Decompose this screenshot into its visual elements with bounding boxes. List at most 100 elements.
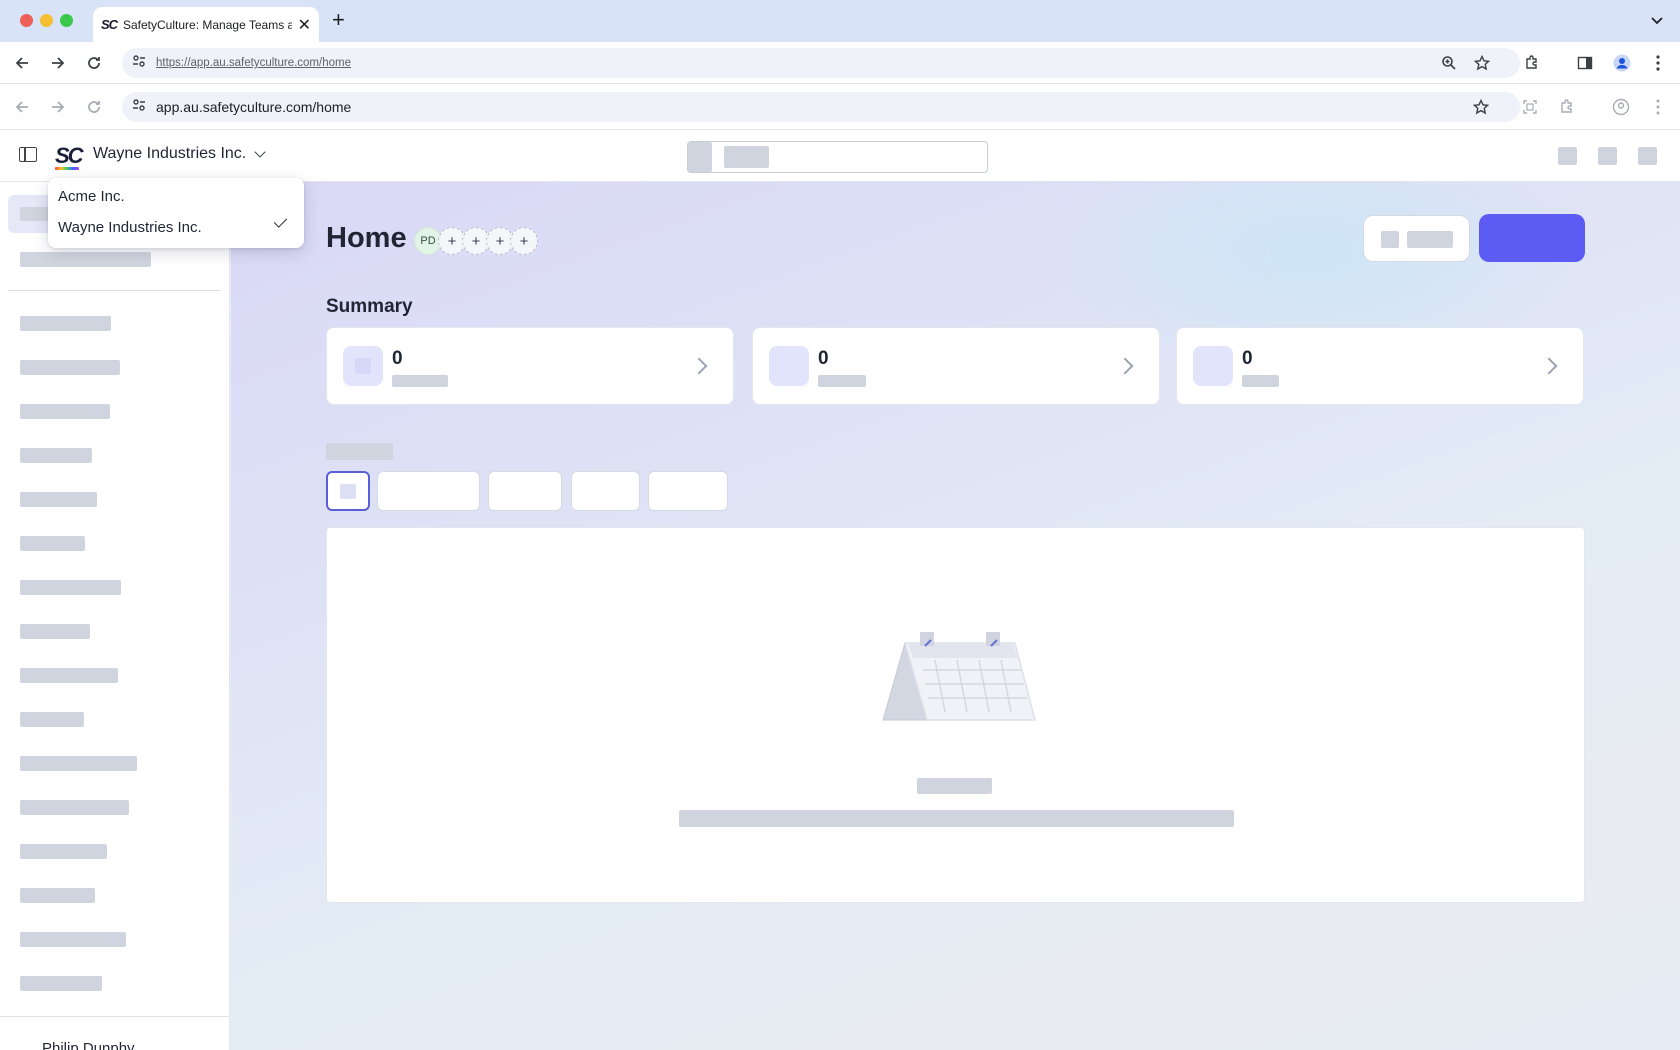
card-icon: [1193, 346, 1233, 386]
filter-chip[interactable]: [571, 471, 640, 511]
sidebar-item-placeholder[interactable]: [20, 888, 95, 903]
sidebar-item-placeholder[interactable]: [20, 844, 107, 859]
tab-title: SafetyCulture: Manage Teams and...: [123, 17, 292, 32]
sidebar-item-placeholder[interactable]: [20, 360, 120, 375]
chevron-down-icon: [254, 146, 266, 158]
button-icon-placeholder: [1381, 231, 1399, 248]
empty-state-panel: [326, 527, 1585, 903]
browser-tab-bar: SC SafetyCulture: Manage Teams and... ✕ …: [0, 0, 1680, 42]
sidebar-item-placeholder[interactable]: [20, 252, 151, 267]
bookmark-star-icon[interactable]: [1471, 52, 1493, 74]
card-icon: [769, 346, 809, 386]
button-label-placeholder: [1407, 231, 1453, 248]
profile-icon-placeholder[interactable]: [1638, 147, 1657, 165]
address-bar-secondary[interactable]: app.au.safetyculture.com/home: [122, 92, 1520, 122]
card-value: 0: [1242, 348, 1253, 369]
sidebar-item-placeholder[interactable]: [20, 668, 118, 683]
sidebar-item-placeholder[interactable]: [20, 492, 97, 507]
browser-toolbar: https://app.au.safetyculture.com/home: [0, 42, 1680, 84]
add-member-button[interactable]: +: [510, 227, 538, 255]
card-label-placeholder: [392, 375, 448, 387]
empty-state-description-placeholder: [679, 810, 1234, 827]
tab-search-chevron-icon[interactable]: [1644, 8, 1670, 34]
filter-chip[interactable]: [648, 471, 728, 511]
summary-heading: Summary: [326, 296, 413, 317]
tab-close-icon[interactable]: ✕: [298, 15, 311, 35]
search-icon-placeholder: [688, 142, 712, 172]
reload-icon[interactable]: [83, 52, 105, 74]
card-icon: [343, 346, 383, 386]
new-tab-button[interactable]: +: [332, 9, 345, 31]
close-window-button[interactable]: [20, 14, 33, 27]
sidebar-item-placeholder[interactable]: [20, 976, 102, 991]
org-switcher[interactable]: Wayne Industries Inc.: [93, 145, 266, 163]
filter-chip[interactable]: [488, 471, 562, 511]
sidebar-item-placeholder[interactable]: [20, 624, 90, 639]
chevron-right-icon: [1116, 357, 1134, 375]
address-bar[interactable]: https://app.au.safetyculture.com/home: [122, 48, 1520, 78]
address-url[interactable]: https://app.au.safetyculture.com/home: [156, 57, 351, 69]
summary-card[interactable]: 0: [752, 327, 1160, 405]
help-icon-placeholder[interactable]: [1558, 147, 1577, 165]
browser-menu-icon[interactable]: [1647, 52, 1669, 74]
browser-menu-icon-secondary[interactable]: [1647, 96, 1669, 118]
site-settings-icon-secondary[interactable]: [132, 98, 146, 117]
chip-icon-placeholder: [340, 484, 356, 499]
maximize-window-button[interactable]: [60, 14, 73, 27]
sidebar-item-placeholder[interactable]: [20, 536, 85, 551]
profile-avatar-icon[interactable]: [1611, 52, 1633, 74]
summary-card[interactable]: 0: [326, 327, 734, 405]
back-arrow-icon-secondary[interactable]: [11, 96, 33, 118]
profile-icon-secondary[interactable]: [1610, 96, 1632, 118]
chevron-right-icon: [1540, 357, 1558, 375]
sidebar-item-placeholder[interactable]: [20, 316, 111, 331]
sidebar: Philip Dunphy: [0, 182, 230, 1050]
address-url-secondary[interactable]: app.au.safetyculture.com/home: [156, 99, 351, 115]
sidebar-item-placeholder[interactable]: [20, 448, 92, 463]
sidebar-item-placeholder[interactable]: [20, 756, 137, 771]
card-label-placeholder: [818, 375, 866, 387]
browser-tab[interactable]: SC SafetyCulture: Manage Teams and... ✕: [93, 7, 319, 42]
summary-card[interactable]: 0: [1176, 327, 1584, 405]
chevron-right-icon: [690, 357, 708, 375]
back-arrow-icon[interactable]: [11, 52, 33, 74]
app-header: SC Wayne Industries Inc.: [0, 130, 1680, 182]
org-option-wayne[interactable]: Wayne Industries Inc.: [58, 219, 294, 236]
sidebar-bottom-divider: [0, 1016, 230, 1017]
reload-icon-secondary[interactable]: [83, 96, 105, 118]
safetyculture-logo[interactable]: SC: [55, 143, 84, 169]
screenshot-icon[interactable]: [1519, 96, 1541, 118]
minimize-window-button[interactable]: [40, 14, 53, 27]
secondary-action-button[interactable]: [1363, 215, 1470, 262]
logo-stripe: [55, 167, 79, 170]
search-input[interactable]: [687, 141, 988, 173]
sidebar-divider: [8, 290, 221, 291]
zoom-icon[interactable]: [1438, 52, 1460, 74]
tab-favicon-icon: SC: [101, 17, 118, 32]
filter-chip[interactable]: [377, 471, 480, 511]
sidebar-item-placeholder[interactable]: [20, 404, 110, 419]
notifications-icon-placeholder[interactable]: [1598, 147, 1617, 165]
site-settings-icon[interactable]: [132, 54, 146, 73]
filter-chip-active[interactable]: [326, 471, 370, 511]
sidebar-item-label-placeholder: [20, 207, 50, 221]
bookmark-star-icon-secondary[interactable]: [1470, 96, 1492, 118]
side-panel-icon[interactable]: [1574, 52, 1596, 74]
card-value: 0: [392, 348, 403, 369]
forward-arrow-icon[interactable]: [47, 52, 69, 74]
card-value: 0: [818, 348, 829, 369]
sidebar-item-placeholder[interactable]: [20, 800, 129, 815]
extensions-puzzle-icon[interactable]: [1521, 52, 1543, 74]
sidebar-item-placeholder[interactable]: [20, 580, 121, 595]
browser-toolbar-secondary: app.au.safetyculture.com/home: [0, 84, 1680, 130]
org-option-acme[interactable]: Acme Inc.: [58, 188, 294, 205]
forward-arrow-icon-secondary[interactable]: [47, 96, 69, 118]
sidebar-user-name[interactable]: Philip Dunphy: [42, 1040, 135, 1050]
card-label-placeholder: [1242, 375, 1279, 387]
main-content: Home PD + + + + Summary 0 0 0: [231, 182, 1680, 1050]
sidebar-item-placeholder[interactable]: [20, 932, 126, 947]
sidebar-toggle-icon[interactable]: [19, 147, 37, 162]
sidebar-item-placeholder[interactable]: [20, 712, 84, 727]
primary-action-button[interactable]: [1479, 214, 1585, 262]
extensions-puzzle-icon-secondary[interactable]: [1556, 96, 1578, 118]
